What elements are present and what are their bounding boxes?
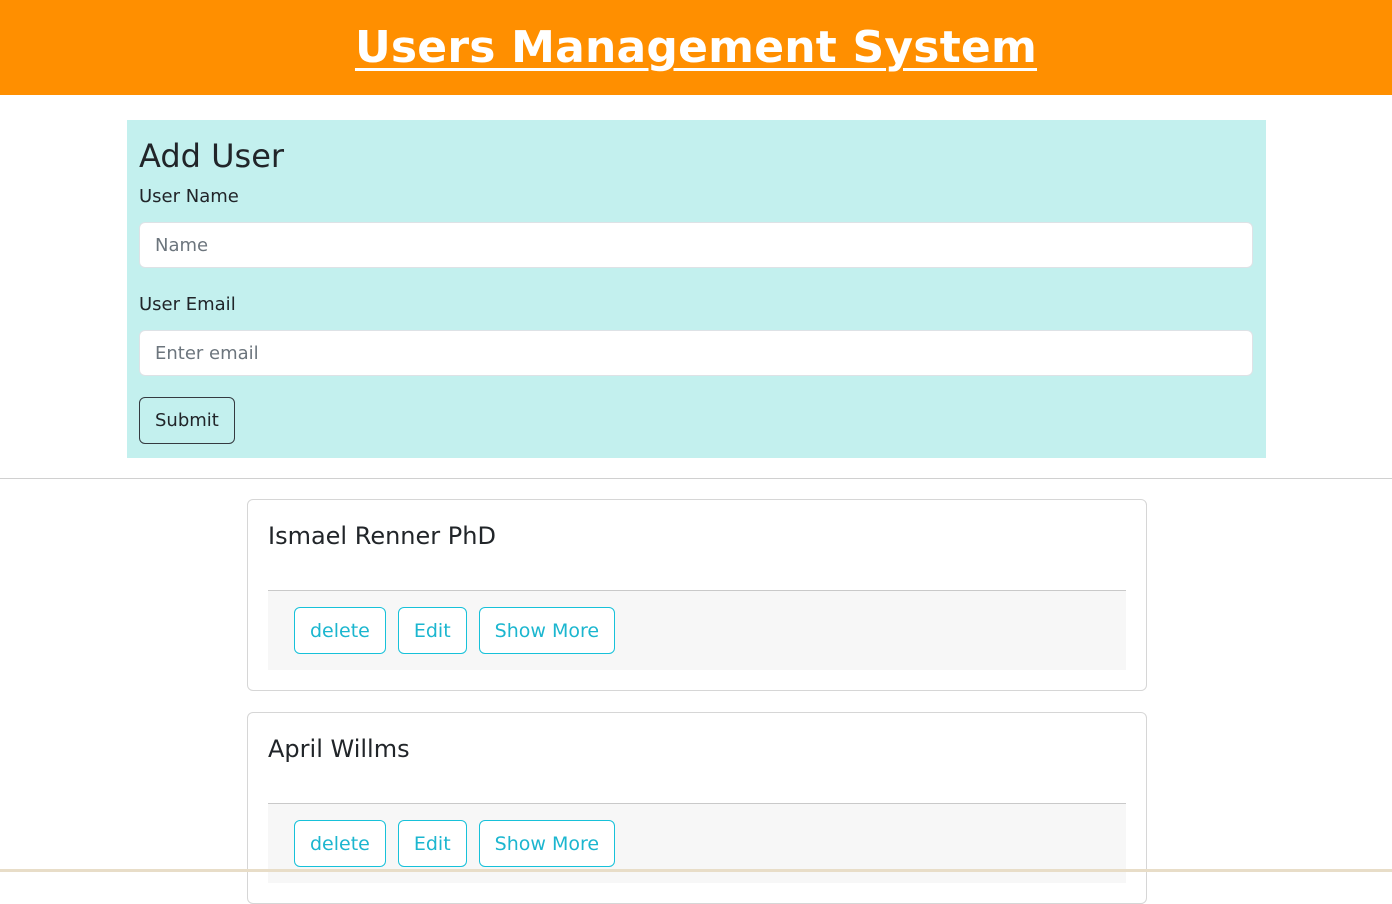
submit-button[interactable]: Submit <box>139 397 235 444</box>
edit-button[interactable]: Edit <box>397 820 467 867</box>
user-name-input[interactable] <box>139 222 1253 268</box>
edit-button[interactable]: Edit <box>397 607 467 654</box>
show-more-button[interactable]: Show More <box>478 820 616 867</box>
user-name-label: User Name <box>139 186 239 207</box>
app-header: Users Management System <box>0 0 1392 95</box>
user-card-name: Ismael Renner PhD <box>268 522 496 550</box>
user-card: April Willms delete Edit Show More <box>247 712 1147 904</box>
user-card: Ismael Renner PhD delete Edit Show More <box>247 499 1147 691</box>
form-heading: Add User <box>139 137 285 175</box>
delete-button[interactable]: delete <box>294 607 386 654</box>
user-email-label: User Email <box>139 294 236 315</box>
delete-button[interactable]: delete <box>294 820 386 867</box>
section-divider <box>0 478 1392 479</box>
user-email-input[interactable] <box>139 330 1253 376</box>
add-user-form: Add User User Name User Email Submit <box>127 120 1266 458</box>
user-card-actions: delete Edit Show More <box>268 590 1126 670</box>
show-more-button[interactable]: Show More <box>478 607 616 654</box>
page-title[interactable]: Users Management System <box>355 22 1037 73</box>
user-card-name: April Willms <box>268 735 410 763</box>
